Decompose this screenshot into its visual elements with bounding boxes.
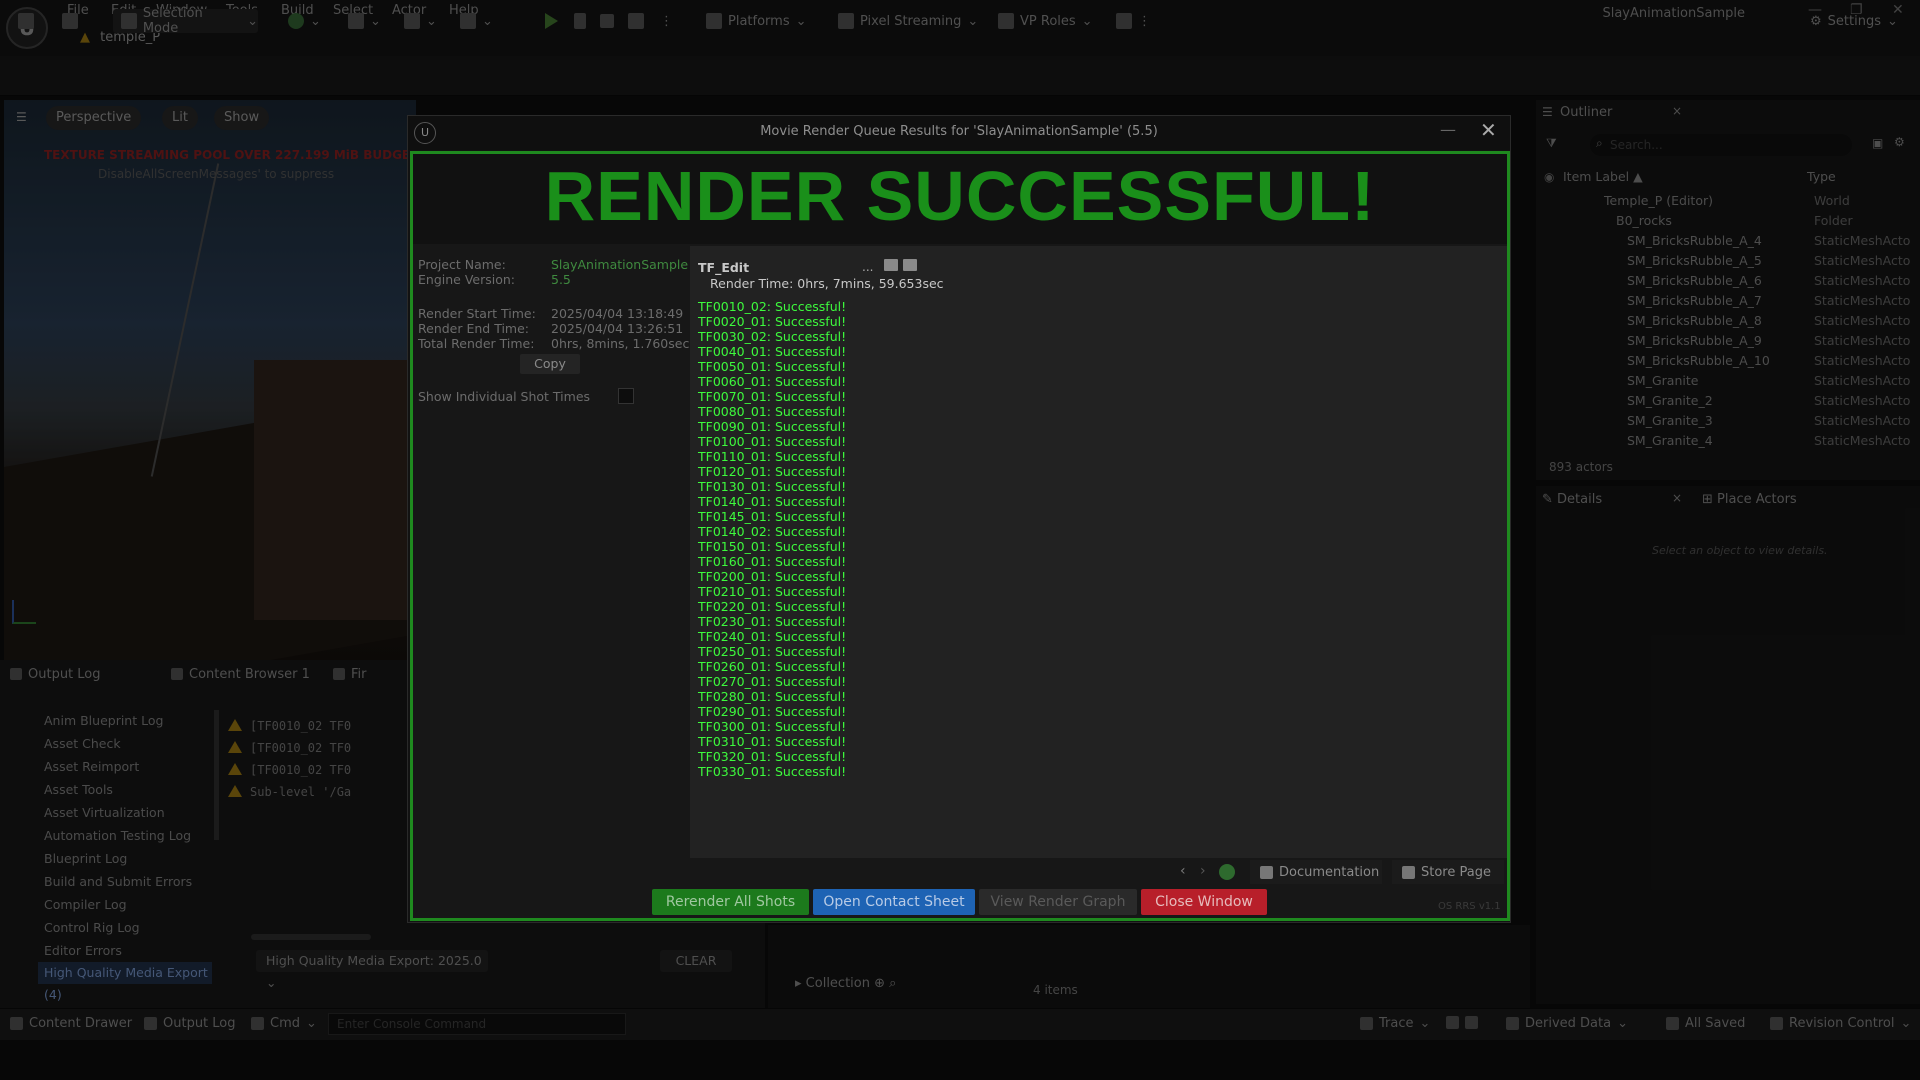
shot-result: TF0010_02: Successful!: [698, 299, 847, 314]
view-render-graph-button[interactable]: View Render Graph: [979, 889, 1137, 915]
engine-version-label: Engine Version:: [418, 272, 515, 287]
render-status-headline: RENDER SUCCESSFUL!: [544, 157, 1376, 235]
globe-icon[interactable]: [1219, 864, 1235, 880]
render-start-label: Render Start Time:: [418, 306, 536, 321]
shot-result: TF0200_01: Successful!: [698, 569, 847, 584]
shot-result: TF0060_01: Successful!: [698, 374, 847, 389]
total-render-label: Total Render Time:: [418, 336, 535, 351]
rerender-all-shots-button[interactable]: Rerender All Shots: [652, 889, 809, 915]
close-icon[interactable]: ✕: [1480, 118, 1497, 142]
grid-view-icon[interactable]: [903, 259, 917, 271]
show-shot-times-label: Show Individual Shot Times: [418, 389, 591, 404]
shot-result: TF0330_01: Successful!: [698, 764, 847, 779]
shot-result: TF0310_01: Successful!: [698, 734, 847, 749]
project-name-label: Project Name:: [418, 257, 506, 272]
shot-result: TF0150_01: Successful!: [698, 539, 847, 554]
shot-result: TF0140_02: Successful!: [698, 524, 847, 539]
shot-result: TF0320_01: Successful!: [698, 749, 847, 764]
shot-result: TF0050_01: Successful!: [698, 359, 847, 374]
show-shot-times-checkbox[interactable]: [618, 388, 634, 404]
documentation-button[interactable]: Documentation: [1250, 860, 1382, 884]
version-tag: OS RRS v1.1: [1438, 901, 1501, 912]
documentation-label: Documentation: [1279, 864, 1380, 880]
copy-button[interactable]: Copy: [520, 354, 580, 374]
chevron-right-icon[interactable]: ›: [1200, 863, 1206, 879]
shot-result: TF0120_01: Successful!: [698, 464, 847, 479]
shot-result: TF0090_01: Successful!: [698, 419, 847, 434]
open-contact-sheet-button[interactable]: Open Contact Sheet: [813, 889, 975, 915]
shot-result: TF0100_01: Successful!: [698, 434, 847, 449]
chevron-left-icon[interactable]: ‹: [1180, 863, 1186, 879]
shot-result: TF0040_01: Successful!: [698, 344, 847, 359]
shot-result: TF0300_01: Successful!: [698, 719, 847, 734]
job-render-time: Render Time: 0hrs, 7mins, 59.653sec: [710, 276, 944, 291]
minimize-icon[interactable]: —: [1440, 120, 1456, 139]
shot-result: TF0020_01: Successful!: [698, 314, 847, 329]
shot-result: TF0220_01: Successful!: [698, 599, 847, 614]
store-page-label: Store Page: [1421, 864, 1491, 880]
store-page-button[interactable]: Store Page: [1392, 860, 1504, 884]
shot-result: TF0260_01: Successful!: [698, 659, 847, 674]
shot-result: TF0250_01: Successful!: [698, 644, 847, 659]
open-folder-icon[interactable]: [884, 259, 898, 271]
shot-result: TF0080_01: Successful!: [698, 404, 847, 419]
job-name: TF_Edit: [698, 260, 750, 275]
shot-result: TF0210_01: Successful!: [698, 584, 847, 599]
shot-result: TF0230_01: Successful!: [698, 614, 847, 629]
render-end-label: Render End Time:: [418, 321, 530, 336]
total-render-value: 0hrs, 8mins, 1.760sec: [551, 336, 690, 351]
shot-result: TF0270_01: Successful!: [698, 674, 847, 689]
modal-title: Movie Render Queue Results for 'SlayAnim…: [760, 124, 1158, 139]
shot-result: TF0110_01: Successful!: [698, 449, 847, 464]
project-name-value: SlayAnimationSample: [551, 257, 689, 272]
shot-result: TF0070_01: Successful!: [698, 389, 847, 404]
close-window-button[interactable]: Close Window: [1141, 889, 1267, 915]
shot-result: TF0160_01: Successful!: [698, 554, 847, 569]
shot-result: TF0130_01: Successful!: [698, 479, 847, 494]
store-icon: [1402, 865, 1415, 879]
render-end-value: 2025/04/04 13:26:51: [551, 321, 684, 336]
shot-result: TF0030_02: Successful!: [698, 329, 847, 344]
shot-result: TF0240_01: Successful!: [698, 629, 847, 644]
job-more-icon[interactable]: ...: [862, 260, 873, 274]
shot-result: TF0290_01: Successful!: [698, 704, 847, 719]
book-icon: [1260, 865, 1273, 879]
shot-result: TF0280_01: Successful!: [698, 689, 847, 704]
render-start-value: 2025/04/04 13:18:49: [551, 306, 684, 321]
engine-version-value: 5.5: [551, 272, 571, 287]
shot-result: TF0140_01: Successful!: [698, 494, 847, 509]
shot-result: TF0145_01: Successful!: [698, 509, 847, 524]
